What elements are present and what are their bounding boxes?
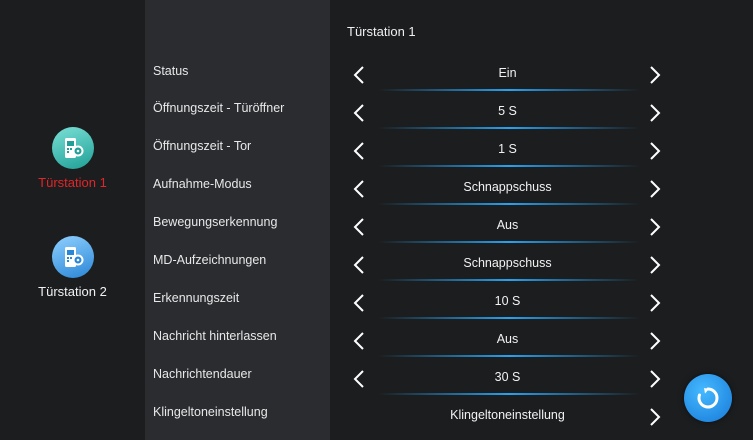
value-underline [378,317,640,319]
value-underline [378,165,640,167]
value-underline [378,127,640,129]
setting-label-status: Status [153,64,189,78]
setting-value: 1 S [498,142,517,156]
station-item-1[interactable]: Türstation 1 [0,127,145,190]
chevron-left-icon[interactable] [350,178,368,200]
chevron-right-icon[interactable] [646,330,664,352]
setting-row-md-recordings: Schnappschuss [330,252,753,282]
setting-value: Aus [496,218,519,232]
setting-row-motion-detection: Aus [330,214,753,244]
station-item-2[interactable]: Türstation 2 [0,236,145,299]
setting-row-status: Ein [330,62,753,92]
chevron-right-icon[interactable] [646,102,664,124]
setting-row-door-opener-time: 5 S [330,100,753,130]
chevron-left-icon[interactable] [350,292,368,314]
chevron-left-icon[interactable] [350,64,368,86]
door-station-camera-icon [51,236,94,278]
value-underline [378,241,640,243]
chevron-right-icon[interactable] [646,406,664,428]
setting-row-gate-time: 1 S [330,138,753,168]
setting-value[interactable]: Klingeltoneinstellung [380,408,635,422]
chevron-right-icon[interactable] [646,368,664,390]
chevron-left-icon[interactable] [350,102,368,124]
setting-label-gate-time: Öffnungszeit - Tor [153,139,252,153]
chevron-left-icon[interactable] [350,368,368,390]
chevron-left-icon[interactable] [350,140,368,162]
chevron-right-icon[interactable] [646,254,664,276]
chevron-left-icon[interactable] [350,216,368,238]
chevron-right-icon[interactable] [646,64,664,86]
chevron-right-icon[interactable] [646,216,664,238]
setting-value: Aus [496,332,519,346]
setting-label-detection-time: Erkennungszeit [153,291,240,305]
station-label: Türstation 1 [38,175,107,190]
setting-value: Ein [498,66,517,80]
setting-value: Schnappschuss [463,256,552,270]
setting-row-recording-mode: Schnappschuss [330,176,753,206]
value-underline [378,89,640,91]
setting-label-motion-detection: Bewegungserkennung [153,215,278,229]
door-station-camera-icon [51,127,94,169]
setting-row-leave-message: Aus [330,328,753,358]
setting-value: Schnappschuss [463,180,552,194]
chevron-left-icon[interactable] [350,254,368,276]
chevron-right-icon[interactable] [646,292,664,314]
setting-value: 10 S [494,294,521,308]
station-label: Türstation 2 [38,284,107,299]
setting-label-leave-message: Nachricht hinterlassen [153,329,277,343]
setting-label-md-recordings: MD-Aufzeichnungen [153,253,267,267]
settings-labels-column: Status Öffnungszeit - Türöffner Öffnungs… [145,0,330,440]
settings-values-panel: Türstation 1 Ein 5 S 1 S Schnappschuss A… [330,0,753,440]
setting-label-recording-mode: Aufnahme-Modus [153,177,252,191]
refresh-icon [697,387,719,409]
value-underline [378,355,640,357]
setting-row-detection-time: 10 S [330,290,753,320]
value-underline [378,279,640,281]
setting-value: 30 S [494,370,521,384]
chevron-left-icon[interactable] [350,330,368,352]
settings-screen: Türstation 1 Türstation 2 Status Öffnung [0,0,753,440]
setting-label-message-duration: Nachrichtendauer [153,367,252,381]
station-sidebar: Türstation 1 Türstation 2 [0,0,145,440]
value-underline [378,393,640,395]
chevron-right-icon[interactable] [646,178,664,200]
page-title: Türstation 1 [347,24,416,39]
setting-value: 5 S [498,104,517,118]
refresh-button[interactable] [684,374,732,422]
setting-label-door-opener-time: Öffnungszeit - Türöffner [153,101,285,115]
chevron-right-icon[interactable] [646,140,664,162]
setting-label-ringtone: Klingeltoneinstellung [153,405,268,419]
value-underline [378,203,640,205]
